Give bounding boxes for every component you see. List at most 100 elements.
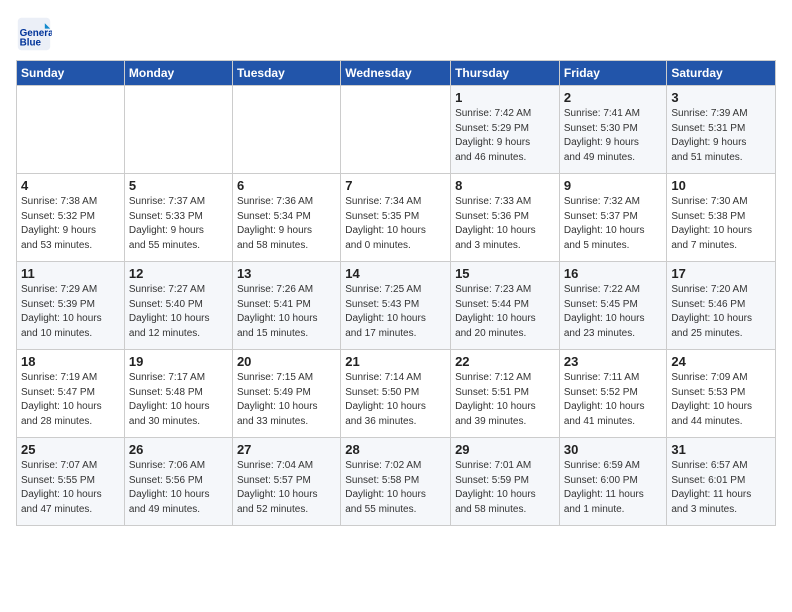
day-number: 13 <box>237 266 336 281</box>
day-number: 9 <box>564 178 663 193</box>
calendar-week-row: 18 Sunrise: 7:19 AM Sunset: 5:47 PM Dayli… <box>17 350 776 438</box>
calendar-cell: 28Sunrise: 7:02 AM Sunset: 5:58 PM Dayli… <box>341 438 451 526</box>
day-info: Sunrise: 7:33 AM Sunset: 5:36 PM Dayligh… <box>455 195 555 253</box>
svg-text:Blue: Blue <box>20 38 42 49</box>
calendar-cell: 27 Sunrise: 7:04 AM Sunset: 5:57 PM Dayli… <box>232 438 340 526</box>
weekday-header: Saturday <box>667 61 776 86</box>
day-info: Sunrise: 7:01 AM Sunset: 5:59 PM Dayligh… <box>455 459 555 517</box>
calendar-cell: 25Sunrise: 7:07 AM Sunset: 5:55 PM Dayli… <box>17 438 125 526</box>
calendar-cell: 5Sunrise: 7:37 AM Sunset: 5:33 PM Daylig… <box>124 174 232 262</box>
weekday-header: Thursday <box>451 61 560 86</box>
logo: General Blue <box>16 16 56 52</box>
day-number: 20 <box>237 354 336 369</box>
calendar-cell: 29 Sunrise: 7:01 AM Sunset: 5:59 PM Dayli… <box>451 438 560 526</box>
weekday-header: Tuesday <box>232 61 340 86</box>
day-number: 14 <box>345 266 446 281</box>
calendar-cell: 13 Sunrise: 7:26 AM Sunset: 5:41 PM Dayli… <box>232 262 340 350</box>
day-info: Sunrise: 7:27 AM Sunset: 5:40 PM Dayligh… <box>129 283 228 341</box>
day-info: Sunrise: 7:06 AM Sunset: 5:56 PM Dayligh… <box>129 459 228 517</box>
page-header: General Blue <box>16 16 776 52</box>
day-number: 12 <box>129 266 228 281</box>
day-info: Sunrise: 7:15 AM Sunset: 5:49 PM Dayligh… <box>237 371 336 429</box>
day-info: Sunrise: 7:42 AM Sunset: 5:29 PM Dayligh… <box>455 107 555 165</box>
calendar-cell: 3Sunrise: 7:39 AM Sunset: 5:31 PM Daylig… <box>667 86 776 174</box>
day-info: Sunrise: 7:34 AM Sunset: 5:35 PM Dayligh… <box>345 195 446 253</box>
day-number: 17 <box>671 266 771 281</box>
day-number: 18 <box>21 354 120 369</box>
day-number: 26 <box>129 442 228 457</box>
calendar-week-row: 4Sunrise: 7:38 AM Sunset: 5:32 PM Daylig… <box>17 174 776 262</box>
day-info: Sunrise: 7:30 AM Sunset: 5:38 PM Dayligh… <box>671 195 771 253</box>
calendar-cell <box>341 86 451 174</box>
calendar-week-row: 11Sunrise: 7:29 AM Sunset: 5:39 PM Dayli… <box>17 262 776 350</box>
calendar-cell: 15 Sunrise: 7:23 AM Sunset: 5:44 PM Dayli… <box>451 262 560 350</box>
calendar-cell <box>17 86 125 174</box>
day-number: 1 <box>455 90 555 105</box>
calendar-cell: 20 Sunrise: 7:15 AM Sunset: 5:49 PM Dayli… <box>232 350 340 438</box>
weekday-header: Sunday <box>17 61 125 86</box>
calendar-cell: 16 Sunrise: 7:22 AM Sunset: 5:45 PM Dayli… <box>559 262 667 350</box>
calendar-cell: 19Sunrise: 7:17 AM Sunset: 5:48 PM Dayli… <box>124 350 232 438</box>
day-number: 30 <box>564 442 663 457</box>
day-info: Sunrise: 7:29 AM Sunset: 5:39 PM Dayligh… <box>21 283 120 341</box>
day-info: Sunrise: 7:14 AM Sunset: 5:50 PM Dayligh… <box>345 371 446 429</box>
calendar-cell: 2 Sunrise: 7:41 AM Sunset: 5:30 PM Daylig… <box>559 86 667 174</box>
day-info: Sunrise: 7:02 AM Sunset: 5:58 PM Dayligh… <box>345 459 446 517</box>
day-info: Sunrise: 7:23 AM Sunset: 5:44 PM Dayligh… <box>455 283 555 341</box>
weekday-header: Monday <box>124 61 232 86</box>
day-number: 25 <box>21 442 120 457</box>
calendar-cell <box>124 86 232 174</box>
calendar-week-row: 25Sunrise: 7:07 AM Sunset: 5:55 PM Dayli… <box>17 438 776 526</box>
day-number: 4 <box>21 178 120 193</box>
day-info: Sunrise: 7:09 AM Sunset: 5:53 PM Dayligh… <box>671 371 771 429</box>
calendar-table: SundayMondayTuesdayWednesdayThursdayFrid… <box>16 60 776 526</box>
day-number: 24 <box>671 354 771 369</box>
calendar-cell: 24 Sunrise: 7:09 AM Sunset: 5:53 PM Dayli… <box>667 350 776 438</box>
day-number: 7 <box>345 178 446 193</box>
calendar-cell <box>232 86 340 174</box>
day-number: 3 <box>671 90 771 105</box>
day-number: 29 <box>455 442 555 457</box>
logo-icon: General Blue <box>16 16 52 52</box>
day-number: 16 <box>564 266 663 281</box>
calendar-cell: 1 Sunrise: 7:42 AM Sunset: 5:29 PM Daylig… <box>451 86 560 174</box>
calendar-cell: 8 Sunrise: 7:33 AM Sunset: 5:36 PM Daylig… <box>451 174 560 262</box>
calendar-cell: 10 Sunrise: 7:30 AM Sunset: 5:38 PM Dayli… <box>667 174 776 262</box>
day-info: Sunrise: 7:26 AM Sunset: 5:41 PM Dayligh… <box>237 283 336 341</box>
calendar-cell: 31 Sunrise: 6:57 AM Sunset: 6:01 PM Dayli… <box>667 438 776 526</box>
calendar-cell: 23 Sunrise: 7:11 AM Sunset: 5:52 PM Dayli… <box>559 350 667 438</box>
calendar-cell: 30Sunrise: 6:59 AM Sunset: 6:00 PM Dayli… <box>559 438 667 526</box>
calendar-cell: 17 Sunrise: 7:20 AM Sunset: 5:46 PM Dayli… <box>667 262 776 350</box>
calendar-cell: 7 Sunrise: 7:34 AM Sunset: 5:35 PM Daylig… <box>341 174 451 262</box>
day-info: Sunrise: 7:25 AM Sunset: 5:43 PM Dayligh… <box>345 283 446 341</box>
weekday-header: Wednesday <box>341 61 451 86</box>
day-number: 27 <box>237 442 336 457</box>
day-info: Sunrise: 7:11 AM Sunset: 5:52 PM Dayligh… <box>564 371 663 429</box>
day-info: Sunrise: 7:22 AM Sunset: 5:45 PM Dayligh… <box>564 283 663 341</box>
day-info: Sunrise: 7:20 AM Sunset: 5:46 PM Dayligh… <box>671 283 771 341</box>
calendar-body: 1 Sunrise: 7:42 AM Sunset: 5:29 PM Daylig… <box>17 86 776 526</box>
day-info: Sunrise: 7:41 AM Sunset: 5:30 PM Dayligh… <box>564 107 663 165</box>
calendar-header: SundayMondayTuesdayWednesdayThursdayFrid… <box>17 61 776 86</box>
day-number: 2 <box>564 90 663 105</box>
day-info: Sunrise: 7:37 AM Sunset: 5:33 PM Dayligh… <box>129 195 228 253</box>
day-number: 8 <box>455 178 555 193</box>
day-info: Sunrise: 7:36 AM Sunset: 5:34 PM Dayligh… <box>237 195 336 253</box>
day-number: 21 <box>345 354 446 369</box>
day-number: 23 <box>564 354 663 369</box>
calendar-cell: 22 Sunrise: 7:12 AM Sunset: 5:51 PM Dayli… <box>451 350 560 438</box>
calendar-cell: 12 Sunrise: 7:27 AM Sunset: 5:40 PM Dayli… <box>124 262 232 350</box>
calendar-cell: 4Sunrise: 7:38 AM Sunset: 5:32 PM Daylig… <box>17 174 125 262</box>
day-number: 15 <box>455 266 555 281</box>
calendar-week-row: 1 Sunrise: 7:42 AM Sunset: 5:29 PM Daylig… <box>17 86 776 174</box>
day-number: 31 <box>671 442 771 457</box>
day-info: Sunrise: 6:57 AM Sunset: 6:01 PM Dayligh… <box>671 459 771 517</box>
calendar-cell: 9 Sunrise: 7:32 AM Sunset: 5:37 PM Daylig… <box>559 174 667 262</box>
day-number: 22 <box>455 354 555 369</box>
day-info: Sunrise: 7:32 AM Sunset: 5:37 PM Dayligh… <box>564 195 663 253</box>
day-info: Sunrise: 7:12 AM Sunset: 5:51 PM Dayligh… <box>455 371 555 429</box>
day-info: Sunrise: 7:19 AM Sunset: 5:47 PM Dayligh… <box>21 371 120 429</box>
day-info: Sunrise: 7:04 AM Sunset: 5:57 PM Dayligh… <box>237 459 336 517</box>
day-number: 10 <box>671 178 771 193</box>
weekday-header-row: SundayMondayTuesdayWednesdayThursdayFrid… <box>17 61 776 86</box>
